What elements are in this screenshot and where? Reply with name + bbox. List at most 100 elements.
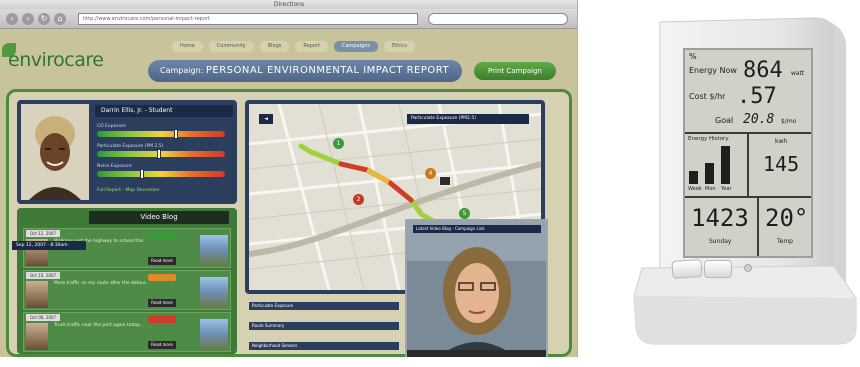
nav-tab-report[interactable]: Report bbox=[295, 41, 328, 52]
blog-excerpt: More traffic on my route after the detou… bbox=[54, 281, 150, 286]
bus-icon[interactable] bbox=[439, 176, 451, 186]
profile-name: Darrin Ellis, Jr. - Student bbox=[95, 105, 233, 117]
forward-icon[interactable]: › bbox=[22, 13, 34, 25]
history-bar bbox=[705, 163, 714, 184]
bar-label-week: Week bbox=[688, 186, 702, 192]
blog-scene-thumbnail[interactable] bbox=[200, 277, 228, 307]
read-more-button[interactable]: Read more bbox=[148, 341, 176, 349]
blog-date: Oct 10, 2007 bbox=[26, 272, 60, 279]
home-icon[interactable]: ⌂ bbox=[54, 13, 66, 25]
blog-status-indicator bbox=[148, 232, 176, 239]
device-button-left[interactable] bbox=[671, 258, 703, 280]
cost-label: Cost $/hr bbox=[689, 92, 726, 101]
lcd-indicator: % bbox=[689, 52, 697, 61]
energy-monitor-device: % Energy Now 864 watt Cost $/hr .57 Goal… bbox=[620, 8, 860, 363]
blog-excerpt: Truck traffic near the port again today.… bbox=[54, 323, 144, 328]
mini-bar-3: Neighborhood Sensors bbox=[249, 342, 399, 350]
goal-unit: $/mo bbox=[781, 118, 797, 125]
blog-date: Oct 12, 2007 bbox=[26, 230, 60, 237]
cost-value: .57 bbox=[737, 84, 777, 109]
lcd-display: % Energy Now 864 watt Cost $/hr .57 Goal… bbox=[683, 48, 813, 258]
history-bar bbox=[689, 171, 698, 184]
webcam-video-window[interactable]: Latest Video Blog - Campaign Link bbox=[405, 219, 548, 357]
map-header: Particulate Exposure (PM2.5) bbox=[407, 114, 529, 124]
map-pin[interactable]: 4 bbox=[425, 168, 436, 179]
browser-toolbar: ‹ › ↻ ⌂ http://www.envirocare.com/person… bbox=[0, 9, 577, 29]
blog-scene-thumbnail[interactable] bbox=[200, 235, 228, 265]
map-back-button[interactable]: ◄ bbox=[259, 114, 273, 124]
browser-search-input[interactable] bbox=[428, 13, 568, 25]
reload-icon[interactable]: ↻ bbox=[38, 13, 50, 25]
blog-entry[interactable]: Oct 10, 2007 More traffic on my route af… bbox=[23, 270, 231, 310]
goal-label: Goal bbox=[715, 116, 734, 125]
browser-window: Directions ‹ › ↻ ⌂ http://www.envirocare… bbox=[0, 0, 578, 357]
read-more-button[interactable]: Read more bbox=[148, 257, 176, 265]
history-bar bbox=[721, 146, 730, 184]
bar-label-year: Year bbox=[721, 186, 732, 192]
report-title: PERSONAL ENVIRONMENTAL IMPACT REPORT bbox=[205, 65, 450, 76]
meter-label-noise: Noise Exposure bbox=[97, 164, 132, 169]
blog-entry[interactable]: Oct 08, 2007 Truck traffic near the port… bbox=[23, 312, 231, 352]
blog-status-indicator bbox=[148, 274, 176, 281]
composite-image: Directions ‹ › ↻ ⌂ http://www.envirocare… bbox=[0, 0, 860, 367]
meter-marker[interactable] bbox=[140, 169, 144, 179]
blog-avatar bbox=[26, 323, 48, 350]
energy-now-label: Energy Now bbox=[689, 66, 737, 75]
mini-bar-2: Route Summary bbox=[249, 322, 399, 330]
co-exposure-meter bbox=[97, 129, 225, 139]
particulate-exposure-meter bbox=[97, 149, 225, 159]
history-label: Energy History bbox=[688, 136, 729, 142]
goal-value: 20.8 bbox=[743, 112, 775, 127]
temperature-value: 20° bbox=[765, 204, 809, 232]
window-title: Directions bbox=[0, 0, 577, 9]
nav-tab-ethics[interactable]: Ethics bbox=[383, 41, 416, 52]
meter-label-co: CO Exposure bbox=[97, 124, 126, 129]
map-timestamp: Sep 12, 2007 - 8:30am bbox=[12, 241, 86, 250]
nav-tab-blogs[interactable]: Blogs bbox=[259, 41, 290, 52]
usage-value: 145 bbox=[763, 152, 800, 176]
map-pin[interactable]: 5 bbox=[459, 208, 470, 219]
video-frame bbox=[407, 221, 546, 357]
noise-exposure-meter bbox=[97, 169, 225, 179]
profile-footnote-link[interactable]: Full Report - Map December bbox=[97, 188, 160, 193]
lcd-divider bbox=[757, 198, 759, 256]
meter-label-pm: Particulate Exposure (PM 2.5) bbox=[97, 144, 164, 149]
address-bar[interactable]: http://www.envirocare.com/personal-impac… bbox=[78, 13, 418, 25]
site-logo[interactable]: envirocare bbox=[8, 49, 104, 71]
map-pin[interactable]: 2 bbox=[353, 194, 364, 205]
top-navigation: Home Community Blogs Report Campaigns Et… bbox=[172, 41, 416, 52]
lcd-divider bbox=[747, 134, 749, 196]
blog-date: Oct 08, 2007 bbox=[26, 314, 60, 321]
energy-now-value: 864 bbox=[743, 58, 783, 83]
usage-unit: kwh bbox=[775, 138, 788, 145]
lcd-divider bbox=[685, 196, 811, 198]
nav-tab-campaigns[interactable]: Campaigns bbox=[333, 41, 378, 52]
nav-tab-community[interactable]: Community bbox=[208, 41, 254, 52]
video-blog-panel: Video Blog Oct 12, 2007 Walking past the… bbox=[17, 208, 237, 354]
clock-value: 1423 bbox=[691, 204, 749, 232]
meter-marker[interactable] bbox=[157, 149, 161, 159]
clock-label: Sunday bbox=[709, 238, 732, 245]
bar-label-mon: Mon bbox=[705, 186, 716, 192]
report-prefix: Campaign: bbox=[160, 66, 204, 75]
energy-unit: watt bbox=[791, 70, 805, 77]
meter-marker[interactable] bbox=[174, 129, 178, 139]
profile-panel: Darrin Ellis, Jr. - Student CO Exposure … bbox=[17, 100, 237, 204]
device-indicator-light bbox=[744, 264, 752, 272]
report-title-banner: Campaign: PERSONAL ENVIRONMENTAL IMPACT … bbox=[148, 60, 462, 82]
temperature-label: Temp bbox=[777, 238, 793, 245]
video-caption: Latest Video Blog - Campaign Link bbox=[413, 225, 541, 233]
read-more-button[interactable]: Read more bbox=[148, 299, 176, 307]
back-icon[interactable]: ‹ bbox=[6, 13, 18, 25]
mini-bar-1: Particulate Exposure bbox=[249, 302, 399, 310]
print-campaign-button[interactable]: Print Campaign bbox=[474, 62, 556, 80]
blog-status-indicator bbox=[148, 316, 176, 323]
profile-photo bbox=[21, 104, 89, 200]
map-pin[interactable]: 1 bbox=[333, 138, 344, 149]
nav-tab-home[interactable]: Home bbox=[172, 41, 203, 52]
blog-avatar bbox=[26, 281, 48, 308]
blog-scene-thumbnail[interactable] bbox=[200, 319, 228, 349]
video-controls[interactable] bbox=[407, 350, 546, 357]
device-button-middle[interactable] bbox=[704, 260, 732, 278]
video-blog-title: Video Blog bbox=[89, 211, 229, 224]
